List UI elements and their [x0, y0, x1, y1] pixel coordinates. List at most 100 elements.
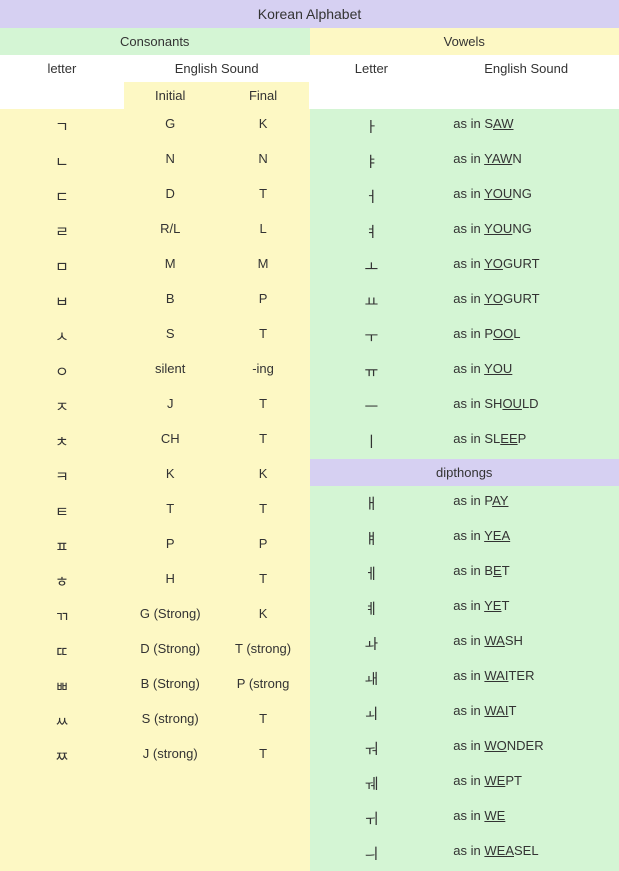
vowel-sound: as in WEASEL	[433, 843, 619, 864]
vowel-letter: ㅝ	[310, 738, 434, 759]
consonant-sound-header: English Sound	[124, 55, 310, 82]
vowel-row: ㅙas in WAITER	[310, 661, 619, 696]
consonant-row: ㅆS (strong)T	[0, 704, 310, 739]
vowel-sound: as in SHOULD	[433, 396, 619, 417]
consonant-initial: J	[124, 396, 217, 417]
vowel-letter-header: Letter	[310, 55, 434, 82]
consonant-initial: D	[124, 186, 217, 207]
consonant-letter: ㄱ	[0, 116, 124, 137]
vowel-sound: as in YET	[433, 598, 619, 619]
vowel-sound: as in SAW	[433, 116, 619, 137]
consonant-letter: ㅂ	[0, 291, 124, 312]
consonant-final: -ing	[217, 361, 310, 382]
vowel-row: ㅑas in YAWN	[310, 144, 619, 179]
consonant-final: N	[217, 151, 310, 172]
consonant-final: T	[217, 501, 310, 522]
vowel-letter: ㅙ	[310, 668, 434, 689]
vowel-row: ㅜas in POOL	[310, 319, 619, 354]
vowel-letter: ㅣ	[310, 431, 434, 452]
vowel-sound: as in WE	[433, 808, 619, 829]
consonant-final: P	[217, 536, 310, 557]
consonant-row: ㅎHT	[0, 564, 310, 599]
consonant-letter: ㅅ	[0, 326, 124, 347]
consonant-row: ㄴNN	[0, 144, 310, 179]
column-header-row: letter English Sound Letter English Soun…	[0, 55, 619, 82]
vowel-sound: as in YOGURT	[433, 256, 619, 277]
consonant-row: ㅍPP	[0, 529, 310, 564]
consonant-final: L	[217, 221, 310, 242]
consonant-letter: ㅈ	[0, 396, 124, 417]
consonant-letter: ㅁ	[0, 256, 124, 277]
vowel-letter: ㅗ	[310, 256, 434, 277]
vowel-letter: ㅔ	[310, 563, 434, 584]
consonant-row: ㅊCHT	[0, 424, 310, 459]
consonant-row: ㄸD (Strong)T (strong)	[0, 634, 310, 669]
consonant-final: K	[217, 116, 310, 137]
consonant-initial: D (Strong)	[124, 641, 217, 662]
consonant-initial: N	[124, 151, 217, 172]
consonant-row: ㄲG (Strong)K	[0, 599, 310, 634]
vowel-letter: ㅐ	[310, 493, 434, 514]
consonant-final: T	[217, 746, 310, 767]
final-header: Final	[217, 82, 310, 109]
vowel-row: ㅡas in SHOULD	[310, 389, 619, 424]
consonant-row: ㄷDT	[0, 179, 310, 214]
vowel-sound: as in BET	[433, 563, 619, 584]
consonant-initial: G (Strong)	[124, 606, 217, 627]
vowel-letter: ㅘ	[310, 633, 434, 654]
vowel-sound: as in POOL	[433, 326, 619, 347]
consonant-final: K	[217, 606, 310, 627]
vowel-letter: ㅒ	[310, 528, 434, 549]
vowel-letter: ㅟ	[310, 808, 434, 829]
vowel-sound: as in YOGURT	[433, 291, 619, 312]
consonant-initial: J (strong)	[124, 746, 217, 767]
vowel-row: ㅣas in SLEEP	[310, 424, 619, 459]
vowel-row: ㅕas in YOUNG	[310, 214, 619, 249]
vowel-row: ㅢas in WEASEL	[310, 836, 619, 871]
vowel-letter: ㅠ	[310, 361, 434, 382]
consonant-letter: ㅆ	[0, 711, 124, 732]
consonant-initial: S (strong)	[124, 711, 217, 732]
consonant-letter: ㅎ	[0, 571, 124, 592]
vowel-letter: ㅚ	[310, 703, 434, 724]
vowel-sound: as in YAWN	[433, 151, 619, 172]
initial-header: Initial	[124, 82, 217, 109]
vowel-letter: ㅓ	[310, 186, 434, 207]
vowel-row: ㅗas in YOGURT	[310, 249, 619, 284]
vowel-row: ㅓas in YOUNG	[310, 179, 619, 214]
consonant-letter: ㄹ	[0, 221, 124, 242]
main-title: Korean Alphabet	[0, 0, 619, 28]
consonant-row: ㅅST	[0, 319, 310, 354]
consonant-initial: silent	[124, 361, 217, 382]
consonant-letter: ㄸ	[0, 641, 124, 662]
initial-final-header-row: Initial Final	[0, 82, 619, 109]
vowel-sound: as in WONDER	[433, 738, 619, 759]
consonant-initial: R/L	[124, 221, 217, 242]
section-header-row: Consonants Vowels	[0, 28, 619, 55]
vowel-sound: as in WASH	[433, 633, 619, 654]
vowel-sound: as in YOUNG	[433, 186, 619, 207]
vowel-row: ㅘas in WASH	[310, 626, 619, 661]
vowel-sound: as in WAIT	[433, 703, 619, 724]
consonant-letter: ㅉ	[0, 746, 124, 767]
vowel-sound: as in YOUNG	[433, 221, 619, 242]
consonant-letter: ㅇ	[0, 361, 124, 382]
consonant-row: ㅃB (Strong)P (strong	[0, 669, 310, 704]
consonant-row: ㄹR/LL	[0, 214, 310, 249]
consonant-row: ㅂBP	[0, 284, 310, 319]
consonant-row: ㅇsilent-ing	[0, 354, 310, 389]
dipthongs-header: dipthongs	[310, 459, 619, 486]
vowel-letter: ㅢ	[310, 843, 434, 864]
vowel-sound: as in WEPT	[433, 773, 619, 794]
consonant-letter: ㅌ	[0, 501, 124, 522]
vowel-letter: ㅡ	[310, 396, 434, 417]
vowel-row: ㅟas in WE	[310, 801, 619, 836]
consonant-letter: ㄲ	[0, 606, 124, 627]
consonant-row: ㅈJT	[0, 389, 310, 424]
vowel-sound: as in YEA	[433, 528, 619, 549]
consonant-initial: M	[124, 256, 217, 277]
vowel-sound: as in PAY	[433, 493, 619, 514]
vowel-letter: ㅑ	[310, 151, 434, 172]
vowel-letter: ㅖ	[310, 598, 434, 619]
consonant-initial: P	[124, 536, 217, 557]
